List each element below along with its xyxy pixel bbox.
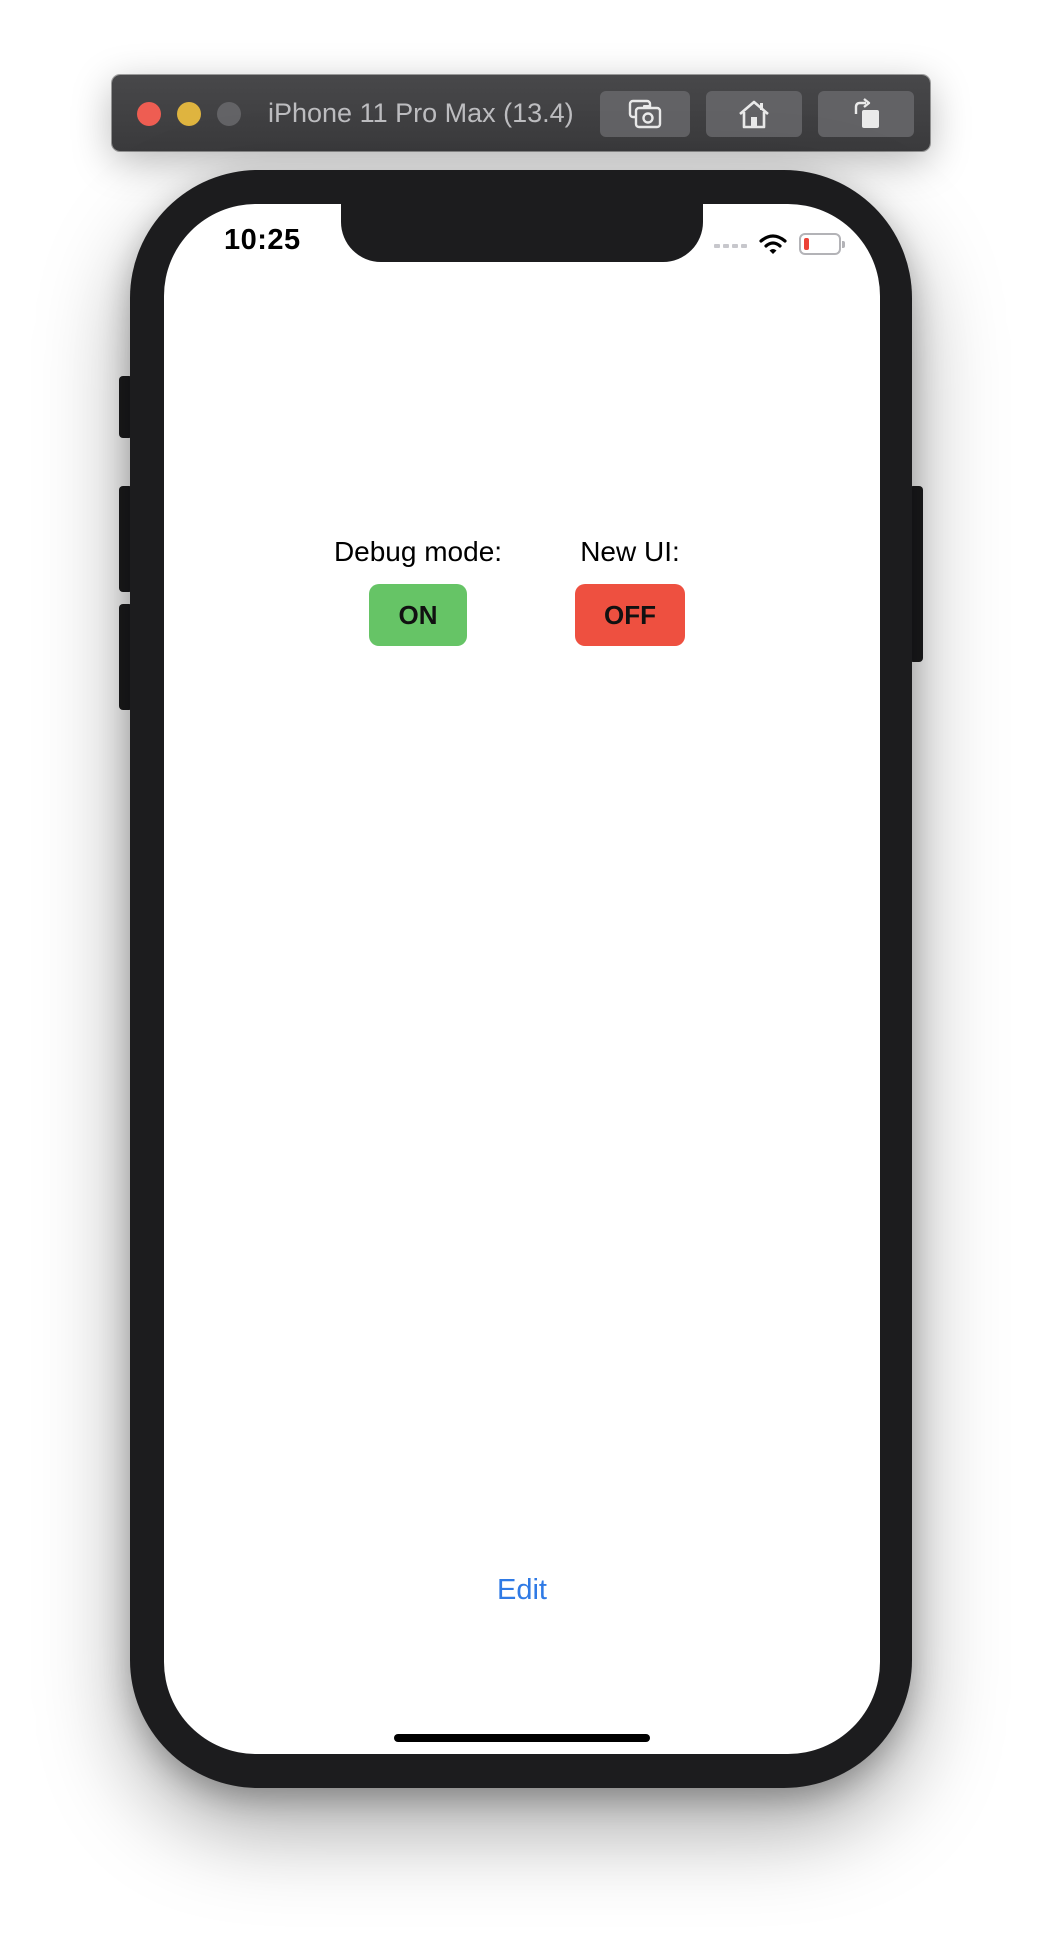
close-window-button[interactable] [137,102,161,126]
wifi-icon [759,234,787,254]
edit-button[interactable]: Edit [164,1574,880,1607]
debug-mode-label: Debug mode: [333,536,503,567]
screenshot-button[interactable] [600,91,690,137]
zoom-window-button[interactable] [217,102,241,126]
debug-mode-setting: Debug mode: ON [320,532,516,646]
screenshot-icon [628,99,662,129]
home-button[interactable] [706,91,802,137]
simulator-toolbar: iPhone 11 Pro Max (13.4) [112,75,930,151]
notch [341,204,703,262]
rotate-button[interactable] [818,91,914,137]
new-ui-label: New UI: [580,536,680,567]
battery-level [804,238,809,250]
new-ui-setting: New UI: OFF [550,532,710,646]
status-indicators [714,229,845,259]
cellular-signal-icon [714,240,747,248]
home-icon [739,100,769,129]
home-indicator[interactable] [394,1734,650,1742]
battery-icon [799,233,845,255]
minimize-window-button[interactable] [177,102,201,126]
status-time: 10:25 [224,224,301,256]
device-screen: 10:25 Debug mode: ON New UI: OFF Edit [164,204,880,1754]
simulator-title: iPhone 11 Pro Max (13.4) [268,98,574,128]
debug-mode-toggle-button[interactable]: ON [369,584,467,646]
page: iPhone 11 Pro Max (13.4) 10:25 Debug mod… [0,0,1042,1938]
rotate-icon [854,98,879,128]
new-ui-toggle-button[interactable]: OFF [575,584,685,646]
